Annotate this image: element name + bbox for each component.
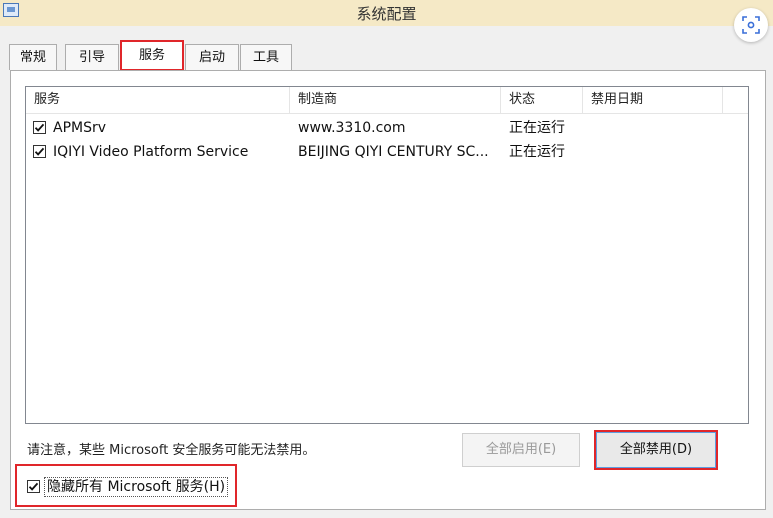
service-checkbox[interactable] — [33, 145, 46, 158]
column-header-service[interactable]: 服务 — [26, 87, 290, 113]
window-title: 系统配置 — [356, 5, 417, 23]
table-row[interactable]: APMSrv www.3310.com 正在运行 — [26, 116, 748, 140]
tab-services[interactable]: 服务 — [120, 40, 184, 71]
checkmark-icon — [34, 147, 45, 156]
service-checkbox[interactable] — [33, 121, 46, 134]
column-header-manufacturer[interactable]: 制造商 — [290, 87, 501, 113]
title-bar: 系统配置 — [0, 0, 773, 26]
hide-ms-label[interactable]: 隐藏所有 Microsoft 服务(H) — [44, 477, 229, 497]
column-header-disabled-date[interactable]: 禁用日期 — [583, 87, 723, 113]
service-manufacturer: www.3310.com — [298, 120, 406, 136]
service-status: 正在运行 — [509, 144, 565, 160]
list-header: 服务 制造商 状态 禁用日期 — [26, 87, 748, 114]
checkmark-icon — [34, 123, 45, 132]
hide-ms-checkbox[interactable] — [27, 480, 40, 493]
hide-microsoft-services[interactable]: 隐藏所有 Microsoft 服务(H) — [15, 464, 237, 507]
tab-general[interactable]: 常规 — [9, 44, 57, 70]
security-note: 请注意，某些 Microsoft 安全服务可能无法禁用。 — [27, 443, 316, 458]
tab-startup[interactable]: 启动 — [185, 44, 239, 70]
tab-bar: 常规 引导 服务 启动 工具 — [9, 40, 769, 71]
service-name: IQIYI Video Platform Service — [53, 144, 249, 160]
checkmark-icon — [28, 482, 39, 491]
disable-all-button[interactable]: 全部禁用(D) — [594, 430, 718, 470]
column-header-status[interactable]: 状态 — [501, 87, 583, 113]
service-name: APMSrv — [53, 120, 107, 136]
screenshot-scan-button[interactable] — [734, 8, 768, 42]
tab-tools[interactable]: 工具 — [240, 44, 292, 70]
services-list[interactable]: 服务 制造商 状态 禁用日期 APMSrv www.3310.com 正在运行 … — [25, 86, 749, 424]
scan-icon — [742, 16, 760, 34]
service-status: 正在运行 — [509, 120, 565, 136]
enable-all-button[interactable]: 全部启用(E) — [462, 433, 580, 467]
services-panel: 服务 制造商 状态 禁用日期 APMSrv www.3310.com 正在运行 … — [10, 70, 766, 510]
table-row[interactable]: IQIYI Video Platform Service BEIJING QIY… — [26, 140, 748, 164]
service-manufacturer: BEIJING QIYI CENTURY SC... — [298, 144, 489, 160]
tab-boot[interactable]: 引导 — [65, 44, 119, 70]
